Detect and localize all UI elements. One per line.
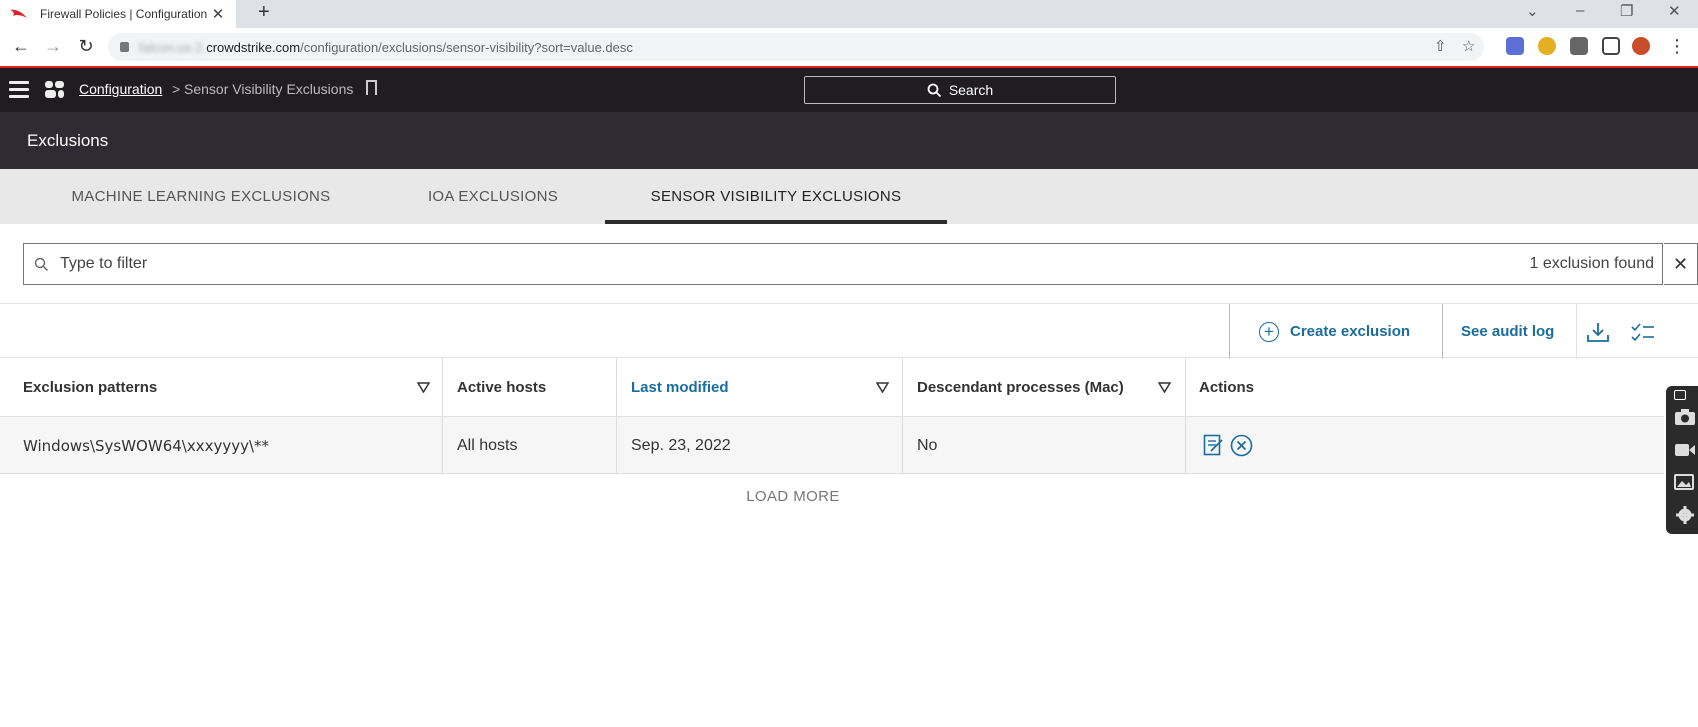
more-options-icon[interactable]: ⋮ xyxy=(1692,322,1698,340)
tab-ioa-exclusions[interactable]: IOA EXCLUSIONS xyxy=(410,169,576,224)
toolbar-divider xyxy=(1576,304,1577,359)
filter-placeholder: Type to filter xyxy=(60,255,148,272)
browser-tab-title: Firewall Policies | Configuration | xyxy=(40,7,208,21)
toolbar-divider xyxy=(1442,304,1443,359)
column-divider xyxy=(442,417,443,474)
settings-gear-icon[interactable] xyxy=(1674,506,1696,524)
camera-icon[interactable] xyxy=(1674,408,1696,426)
cell-descendant-processes: No xyxy=(917,436,938,454)
column-header-active-hosts[interactable]: Active hosts xyxy=(457,358,546,417)
url-path: /configuration/exclusions/sensor-visibil… xyxy=(300,39,633,55)
breadcrumb-configuration-link[interactable]: Configuration xyxy=(79,81,162,97)
column-filter-icon[interactable] xyxy=(876,382,889,393)
url-host: crowdstrike.com xyxy=(206,39,301,55)
tab-sensor-visibility-exclusions[interactable]: SENSOR VISIBILITY EXCLUSIONS xyxy=(605,169,947,224)
column-divider xyxy=(902,417,903,474)
column-divider xyxy=(902,358,903,417)
table-header: Exclusion patterns Active hosts Last mod… xyxy=(0,358,1664,417)
app-header: Configuration > Sensor Visibility Exclus… xyxy=(0,68,1698,112)
filter-search-icon xyxy=(34,257,48,271)
hamburger-menu-icon[interactable] xyxy=(9,81,29,98)
minimize-window-icon[interactable]: – xyxy=(1576,2,1584,19)
back-arrow-icon[interactable]: ← xyxy=(10,36,32,57)
plus-circle-icon: + xyxy=(1259,321,1279,342)
tab-search-chevron-icon[interactable]: ⌄ xyxy=(1526,2,1539,20)
create-exclusion-label: Create exclusion xyxy=(1290,323,1411,340)
forward-arrow-icon[interactable]: → xyxy=(42,36,64,57)
edit-exclusion-icon[interactable] xyxy=(1203,434,1224,456)
column-header-descendant-processes[interactable]: Descendant processes (Mac) xyxy=(917,358,1124,417)
browser-tab[interactable]: Firewall Policies | Configuration | ✕ xyxy=(0,0,236,28)
column-divider xyxy=(1185,358,1186,417)
url-subdomain: falcon.us-2. xyxy=(139,39,207,55)
table-toolbar: + Create exclusion See audit log ⋮ xyxy=(0,303,1698,359)
filter-input-box[interactable]: Type to filter 1 exclusion found xyxy=(23,243,1663,285)
extension-bee-icon[interactable] xyxy=(1538,37,1556,55)
app-switcher-icon[interactable] xyxy=(45,81,64,98)
cell-exclusion-pattern: Windows\SysWOW64\xxxyyyy\** xyxy=(23,436,270,455)
gallery-icon[interactable] xyxy=(1674,474,1696,492)
crowdstrike-favicon-icon xyxy=(10,9,27,18)
browser-tab-strip: Firewall Policies | Configuration | ✕ + … xyxy=(0,0,1698,28)
table-row: Windows\SysWOW64\xxxyyyy\** All hosts Se… xyxy=(0,417,1664,474)
url-field[interactable]: falcon.us-2. crowdstrike.com /configurat… xyxy=(108,33,1484,61)
breadcrumb-separator: > xyxy=(172,81,181,97)
breadcrumb-current: Sensor Visibility Exclusions xyxy=(184,81,354,97)
load-more-button[interactable]: LOAD MORE xyxy=(0,488,1586,505)
exclusion-tabs: MACHINE LEARNING EXCLUSIONS IOA EXCLUSIO… xyxy=(0,169,1698,224)
download-icon[interactable] xyxy=(1586,321,1610,343)
global-search-button[interactable]: Search xyxy=(804,76,1116,104)
column-divider xyxy=(442,358,443,417)
bookmark-star-icon[interactable]: ☆ xyxy=(1462,37,1475,55)
pin-icon[interactable] xyxy=(1674,390,1686,400)
bulk-select-icon[interactable] xyxy=(1631,322,1655,342)
close-window-icon[interactable]: ✕ xyxy=(1668,2,1681,20)
reload-icon[interactable]: ↻ xyxy=(75,36,97,57)
tab-machine-learning-exclusions[interactable]: MACHINE LEARNING EXCLUSIONS xyxy=(48,169,354,224)
cell-last-modified: Sep. 23, 2022 xyxy=(631,436,731,454)
result-count: 1 exclusion found xyxy=(1529,255,1654,272)
extension-shield-icon[interactable] xyxy=(1506,37,1524,55)
column-divider xyxy=(616,358,617,417)
clear-filter-icon[interactable]: ✕ xyxy=(1664,243,1698,285)
side-panel-icon[interactable] xyxy=(1602,37,1620,55)
cell-active-hosts: All hosts xyxy=(457,436,518,454)
profile-avatar[interactable] xyxy=(1632,37,1650,55)
share-icon[interactable]: ⇧ xyxy=(1434,37,1447,55)
column-filter-icon[interactable] xyxy=(1158,382,1171,393)
capture-side-widget xyxy=(1666,386,1698,534)
new-tab-icon[interactable]: + xyxy=(258,1,270,24)
search-label: Search xyxy=(948,82,994,98)
create-exclusion-button[interactable]: + Create exclusion xyxy=(1259,304,1410,359)
see-audit-log-button[interactable]: See audit log xyxy=(1461,304,1554,359)
search-icon xyxy=(927,83,941,97)
toolbar-divider xyxy=(1229,304,1230,359)
bookmark-icon[interactable] xyxy=(366,80,377,95)
browser-menu-icon[interactable]: ⋮ xyxy=(1666,36,1688,57)
extensions-puzzle-icon[interactable] xyxy=(1570,37,1588,55)
restore-window-icon[interactable]: ❐ xyxy=(1620,2,1633,20)
column-header-last-modified[interactable]: Last modified xyxy=(631,358,729,417)
column-filter-icon[interactable] xyxy=(417,382,430,393)
column-header-exclusion-patterns[interactable]: Exclusion patterns xyxy=(23,358,157,417)
delete-exclusion-icon[interactable] xyxy=(1230,434,1253,457)
page-header: Exclusions xyxy=(0,112,1698,169)
browser-address-bar: ← → ↻ falcon.us-2. crowdstrike.com /conf… xyxy=(0,28,1698,68)
page-title: Exclusions xyxy=(27,131,109,150)
browser-tab-close-icon[interactable]: ✕ xyxy=(208,5,228,23)
video-icon[interactable] xyxy=(1674,441,1696,459)
column-divider xyxy=(1185,417,1186,474)
column-divider xyxy=(616,417,617,474)
column-header-actions: Actions xyxy=(1199,379,1255,396)
lock-icon xyxy=(120,42,129,52)
